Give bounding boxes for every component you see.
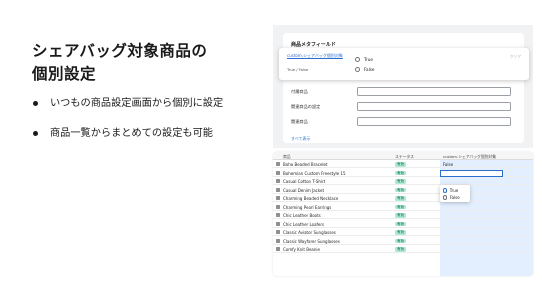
metafield-section-title: 商品メタフィールド: [291, 42, 336, 48]
product-thumbnail: [276, 170, 280, 175]
status-badge: 有効: [395, 162, 406, 167]
product-thumbnail: [276, 221, 280, 226]
product-name: Charming Beaded Necklace: [283, 196, 339, 201]
radio-label: False: [364, 67, 375, 72]
radio-option-true[interactable]: True: [355, 57, 373, 62]
bulk-editor-screenshot: 商品 ステータス custom.シェアバッグ個別対象 Boho Beaded B…: [273, 152, 533, 276]
field-label: 付属商品: [291, 89, 308, 94]
bullet-item: いつもの商品設定画面から個別に設定: [32, 96, 223, 111]
status-badge: 有効: [395, 247, 406, 252]
radio-label: True: [364, 57, 373, 62]
product-thumbnail: [276, 238, 280, 243]
radio-icon: [443, 188, 448, 193]
show-all-link[interactable]: すべて表示: [291, 136, 311, 142]
slide-title: シェアバッグ対象商品の 個別設定: [32, 40, 232, 86]
radio-option-false[interactable]: False: [355, 67, 375, 72]
status-badge: 有効: [395, 170, 406, 176]
table-row[interactable]: Charming Pearl Earrings 有効: [273, 203, 533, 211]
product-name: Comfy Knit Beanie: [283, 247, 320, 252]
product-thumbnail: [276, 204, 280, 209]
product-thumbnail: [276, 213, 280, 218]
table-row[interactable]: Boho Beaded Bracelet 有効 False: [273, 160, 533, 169]
dropdown-option-label: False: [449, 195, 460, 200]
product-name: Charming Pearl Earrings: [283, 204, 332, 210]
field-input[interactable]: [357, 102, 511, 111]
status-badge: 有効: [395, 187, 406, 193]
field-label: 関連商品の設定: [291, 104, 321, 109]
metafield-name-link[interactable]: custom.シェアバッグ個別対象: [287, 53, 347, 58]
metafield-cell-editing[interactable]: [440, 169, 503, 177]
radio-icon: [355, 57, 360, 62]
product-name: Casual Denim Jacket: [283, 187, 325, 193]
product-name: Classic Aviator Sunglasses: [283, 230, 336, 235]
product-name: Bohemian Custom Freestyle 15: [283, 170, 346, 176]
product-thumbnail: [276, 247, 280, 252]
field-input[interactable]: [357, 117, 511, 126]
metafield-cell[interactable]: False: [443, 162, 453, 167]
bullet-item: 商品一覧からまとめての設定も可能: [32, 126, 223, 141]
product-name: Chic Leather Boots: [283, 213, 321, 218]
product-edit-screenshot: 商品メタフィールド 付属商品 関連商品の設定 関連商品 すべて表示 custom…: [273, 25, 533, 148]
product-name: Boho Beaded Bracelet: [283, 162, 328, 167]
status-badge: 有効: [395, 238, 406, 244]
radio-icon: [355, 67, 360, 72]
clear-link[interactable]: クリア: [510, 54, 521, 60]
table-header: 商品 ステータス custom.シェアバッグ個別対象: [273, 152, 533, 160]
status-badge: 有効: [395, 204, 406, 210]
table-row[interactable]: Casual Denim Jacket 有効: [273, 186, 533, 194]
table-row[interactable]: Chic Leather Loafers 有効: [273, 220, 533, 228]
status-badge: 有効: [395, 213, 406, 218]
product-name: Classic Wayfarer Sunglasses: [283, 238, 340, 244]
table-row[interactable]: Classic Aviator Sunglasses 有効: [273, 228, 533, 237]
table-row[interactable]: Classic Wayfarer Sunglasses 有効: [273, 237, 533, 245]
product-thumbnail: [276, 230, 280, 235]
true-false-dropdown: True False: [440, 185, 470, 202]
table-row[interactable]: Bohemian Custom Freestyle 15 有効: [273, 169, 533, 177]
slide-title-line-1: シェアバッグ対象商品の: [32, 42, 208, 60]
field-label: 関連商品: [291, 119, 308, 124]
product-name: Casual Cotton T-Shirt: [283, 179, 326, 184]
field-input[interactable]: [357, 87, 511, 96]
table-row[interactable]: Casual Cotton T-Shirt 有効: [273, 177, 533, 186]
status-badge: 有効: [395, 230, 406, 235]
radio-icon: [443, 195, 448, 200]
metafield-popover: custom.シェアバッグ個別対象 True / False クリア True …: [279, 48, 529, 80]
slide-title-line-2: 個別設定: [32, 65, 97, 83]
product-thumbnail: [276, 187, 280, 192]
bullet-list: いつもの商品設定画面から個別に設定 商品一覧からまとめての設定も可能: [32, 96, 223, 156]
dropdown-option-label: True: [449, 188, 459, 193]
product-name: Chic Leather Loafers: [283, 221, 325, 227]
product-thumbnail: [276, 196, 280, 201]
status-badge: 有効: [395, 179, 406, 184]
table-row[interactable]: Comfy Knit Beanie 有効: [273, 245, 533, 254]
metafield-type: True / False: [287, 67, 309, 72]
status-badge: 有効: [395, 196, 406, 201]
table-row[interactable]: Charming Beaded Necklace 有効: [273, 194, 533, 203]
product-thumbnail: [276, 162, 280, 167]
dropdown-option-false[interactable]: False: [443, 195, 460, 200]
product-thumbnail: [276, 179, 280, 184]
dropdown-option-true[interactable]: True: [443, 188, 458, 193]
status-badge: 有効: [395, 221, 406, 227]
table-row[interactable]: Chic Leather Boots 有効: [273, 211, 533, 220]
